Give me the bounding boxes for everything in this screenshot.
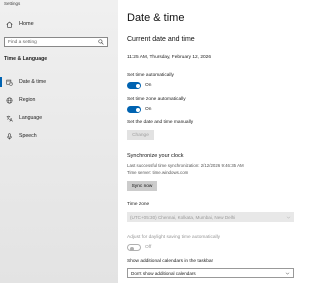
main-content: Date & time Current date and time 11:25 … <box>118 0 300 283</box>
time-zone-label: Time zone <box>127 202 150 207</box>
home-button[interactable]: Home <box>6 19 34 29</box>
toggle-track[interactable] <box>127 106 141 113</box>
last-sync-text: Last successful time synchronization: 2/… <box>127 163 244 168</box>
home-icon <box>6 21 13 28</box>
current-datetime: 11:25 AM, Thursday, February 12, 2026 <box>127 55 211 60</box>
sidebar-item-speech[interactable]: Speech <box>0 129 118 143</box>
language-icon <box>6 115 13 122</box>
toggle-state: Off <box>145 245 152 250</box>
sync-heading: Synchronize your clock <box>127 153 184 159</box>
toggle-knob <box>135 83 140 88</box>
time-zone-select[interactable]: (UTC+05:30) Chennai, Kolkata, Mumbai, Ne… <box>127 212 294 222</box>
dst-label: Adjust for daylight saving time automati… <box>127 235 221 240</box>
globe-icon <box>6 97 13 103</box>
additional-calendars-label: Show additional calendars in the taskbar <box>127 259 214 264</box>
additional-calendars-value: Don't show additional calendars <box>131 270 196 276</box>
microphone-icon <box>7 132 12 139</box>
sync-now-button[interactable]: Sync now <box>127 181 157 191</box>
time-server-text: Time server: time.windows.com <box>127 170 189 175</box>
toggle-track[interactable] <box>127 82 141 89</box>
section-title: Time & Language <box>4 56 48 62</box>
set-timezone-auto-toggle[interactable]: On <box>127 106 151 113</box>
home-label: Home <box>19 21 34 27</box>
set-timezone-auto-label: Set time zone automatically <box>127 97 186 102</box>
toggle-knob <box>135 107 140 112</box>
dst-toggle[interactable]: Off <box>127 244 151 251</box>
set-time-auto-label: Set time automatically <box>127 73 174 78</box>
additional-calendars-select[interactable]: Don't show additional calendars <box>127 268 294 278</box>
sidebar-item-date-time[interactable]: Date & time <box>0 75 118 89</box>
toggle-knob <box>129 246 134 251</box>
current-date-time-heading: Current date and time <box>127 36 195 43</box>
sidebar-item-language[interactable]: Language <box>0 111 118 125</box>
sidebar-item-region[interactable]: Region <box>0 93 118 107</box>
sidebar: Settings Home Find a setting Time & Lang… <box>0 0 118 283</box>
change-button[interactable]: Change <box>127 130 154 140</box>
app-title: Settings <box>4 1 21 6</box>
time-zone-value: (UTC+05:30) Chennai, Kolkata, Mumbai, Ne… <box>130 214 236 220</box>
search-placeholder: Find a setting <box>8 39 37 45</box>
page-title: Date & time <box>127 12 185 24</box>
toggle-track[interactable] <box>127 244 141 251</box>
sidebar-item-label: Date & time <box>19 79 47 85</box>
toggle-state: On <box>145 107 152 112</box>
calendar-clock-icon <box>6 79 13 86</box>
chevron-down-icon <box>285 272 290 275</box>
selection-indicator <box>0 77 2 87</box>
set-manual-label: Set the date and time manually <box>127 120 194 125</box>
sidebar-item-label: Region <box>19 97 36 103</box>
search-icon[interactable] <box>98 39 104 45</box>
chevron-down-icon <box>286 216 291 219</box>
sidebar-item-label: Speech <box>19 133 37 139</box>
sidebar-item-label: Language <box>19 115 43 121</box>
search-input[interactable]: Find a setting <box>4 37 108 47</box>
set-time-auto-toggle[interactable]: On <box>127 82 151 89</box>
toggle-state: On <box>145 83 152 88</box>
